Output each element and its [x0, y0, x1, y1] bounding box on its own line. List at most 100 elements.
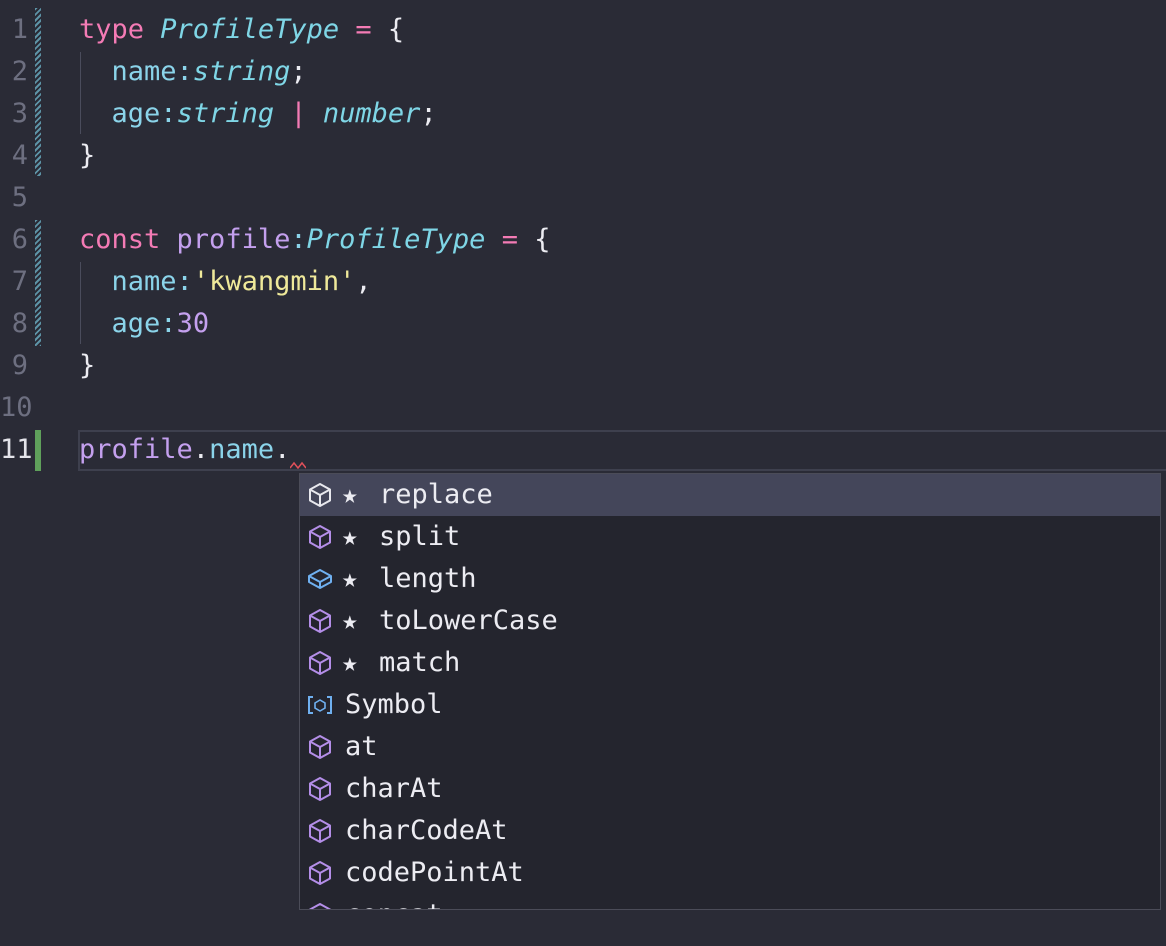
method-icon	[306, 860, 334, 886]
property-token: name	[111, 56, 177, 87]
line-number: 7	[11, 266, 28, 297]
colon-token: :	[160, 308, 177, 339]
code-line-9[interactable]: 9 }	[0, 345, 1166, 387]
line-number: 2	[11, 56, 28, 87]
starred-icon: ★	[342, 480, 358, 510]
code-line-6[interactable]: 6 const profile:ProfileType = {	[0, 219, 1166, 261]
suggestion-item-tolowercase[interactable]: ★ toLowerCase	[300, 600, 1160, 642]
code-line-3[interactable]: 3 age:string | number;	[0, 93, 1166, 135]
code-line-11[interactable]: 11 profile.name.	[0, 429, 1166, 471]
suggestion-label: charCodeAt	[345, 815, 508, 846]
colon-token: :	[176, 56, 193, 87]
brace-token: {	[534, 224, 551, 255]
brace-token: {	[387, 14, 405, 45]
code-text: name:'kwangmin',	[79, 261, 372, 303]
error-squiggle-icon	[290, 461, 306, 469]
code-line-7[interactable]: 7 name:'kwangmin',	[0, 261, 1166, 303]
suggestion-item-symbol[interactable]: Symbol	[300, 684, 1160, 726]
suggestion-item-match[interactable]: ★ match	[300, 642, 1160, 684]
line-number: 9	[11, 350, 28, 381]
type-token: string	[176, 98, 275, 129]
dot-token: .	[192, 434, 210, 465]
suggestion-label: concat	[345, 894, 443, 909]
method-icon	[306, 902, 334, 909]
starred-icon: ★	[342, 522, 358, 552]
suggestion-widget[interactable]: ★ replace ★ split ★ length ★ toLowerCase ★ match S…	[299, 473, 1161, 910]
suggestion-item-split[interactable]: ★ split	[300, 516, 1160, 558]
method-icon	[306, 650, 334, 676]
property-token: name	[111, 266, 177, 297]
code-line-10[interactable]: 10	[0, 387, 1166, 429]
brace-token: }	[79, 140, 96, 171]
code-text: }	[79, 135, 95, 177]
brace-token: }	[79, 350, 96, 381]
suggestion-label: codePointAt	[345, 857, 524, 888]
starred-icon: ★	[342, 564, 358, 594]
line-number: 1	[11, 14, 28, 45]
suggestion-item-concat[interactable]: concat	[300, 894, 1160, 909]
line-number: 10	[0, 392, 33, 423]
variable-token: profile	[79, 434, 193, 465]
code-line-4[interactable]: 4 }	[0, 135, 1166, 177]
code-text: age:30	[79, 303, 210, 345]
semicolon-token: ;	[420, 98, 437, 129]
starred-icon: ★	[342, 648, 358, 678]
method-icon	[306, 608, 334, 634]
number-token: 30	[176, 308, 210, 339]
type-token: ProfileType	[306, 224, 486, 255]
colon-token: :	[176, 266, 193, 297]
semicolon-token: ;	[290, 56, 307, 87]
method-icon	[306, 818, 334, 844]
keyword-token: const	[79, 224, 161, 255]
property-token: age	[111, 308, 161, 339]
line-number: 6	[11, 224, 28, 255]
code-text: profile.name.	[79, 429, 290, 471]
operator-token: =	[501, 224, 518, 255]
code-editor[interactable]: 1 type ProfileType = { 2 name:string; 3 …	[0, 0, 1166, 946]
type-token: ProfileType	[160, 14, 340, 45]
keyword-token: type	[79, 14, 145, 45]
line-number: 11	[0, 434, 33, 465]
code-text: }	[79, 345, 95, 387]
code-line-8[interactable]: 8 age:30	[0, 303, 1166, 345]
suggestion-item-replace[interactable]: ★ replace	[300, 474, 1160, 516]
line-number: 5	[11, 182, 28, 213]
suggestion-item-codepointat[interactable]: codePointAt	[300, 852, 1160, 894]
property-token: age	[111, 98, 161, 129]
type-token: string	[192, 56, 291, 87]
code-text: const profile:ProfileType = {	[79, 219, 550, 261]
colon-token: :	[290, 224, 307, 255]
string-token: 'kwangmin'	[192, 266, 356, 297]
suggestion-label: toLowerCase	[379, 605, 558, 636]
suggestion-label: charAt	[345, 773, 443, 804]
dot-token: .	[274, 434, 291, 465]
suggestion-item-length[interactable]: ★ length	[300, 558, 1160, 600]
property-token: name	[209, 434, 275, 465]
suggestion-label: at	[345, 731, 378, 762]
line-number: 4	[11, 140, 28, 171]
suggestion-item-charcodeat[interactable]: charCodeAt	[300, 810, 1160, 852]
method-icon	[306, 734, 334, 760]
type-token: number	[322, 98, 421, 129]
code-line-2[interactable]: 2 name:string;	[0, 51, 1166, 93]
suggestion-item-at[interactable]: at	[300, 726, 1160, 768]
code-line-1[interactable]: 1 type ProfileType = {	[0, 9, 1166, 51]
method-icon	[306, 482, 334, 508]
suggestion-item-charat[interactable]: charAt	[300, 768, 1160, 810]
suggestion-label: replace	[379, 479, 493, 510]
operator-token: =	[355, 14, 372, 45]
union-operator-token: |	[290, 98, 307, 129]
suggestion-label: split	[379, 521, 461, 552]
method-icon	[306, 524, 334, 550]
suggestion-label: Symbol	[345, 689, 443, 720]
starred-icon: ★	[342, 606, 358, 636]
comma-token: ,	[355, 266, 372, 297]
line-number: 3	[11, 98, 28, 129]
suggestion-label: match	[379, 647, 461, 678]
code-line-5[interactable]: 5	[0, 177, 1166, 219]
property-icon	[306, 566, 334, 592]
line-number: 8	[11, 308, 28, 339]
method-icon	[306, 776, 334, 802]
variable-token: profile	[176, 224, 291, 255]
code-text: age:string | number;	[79, 93, 437, 135]
